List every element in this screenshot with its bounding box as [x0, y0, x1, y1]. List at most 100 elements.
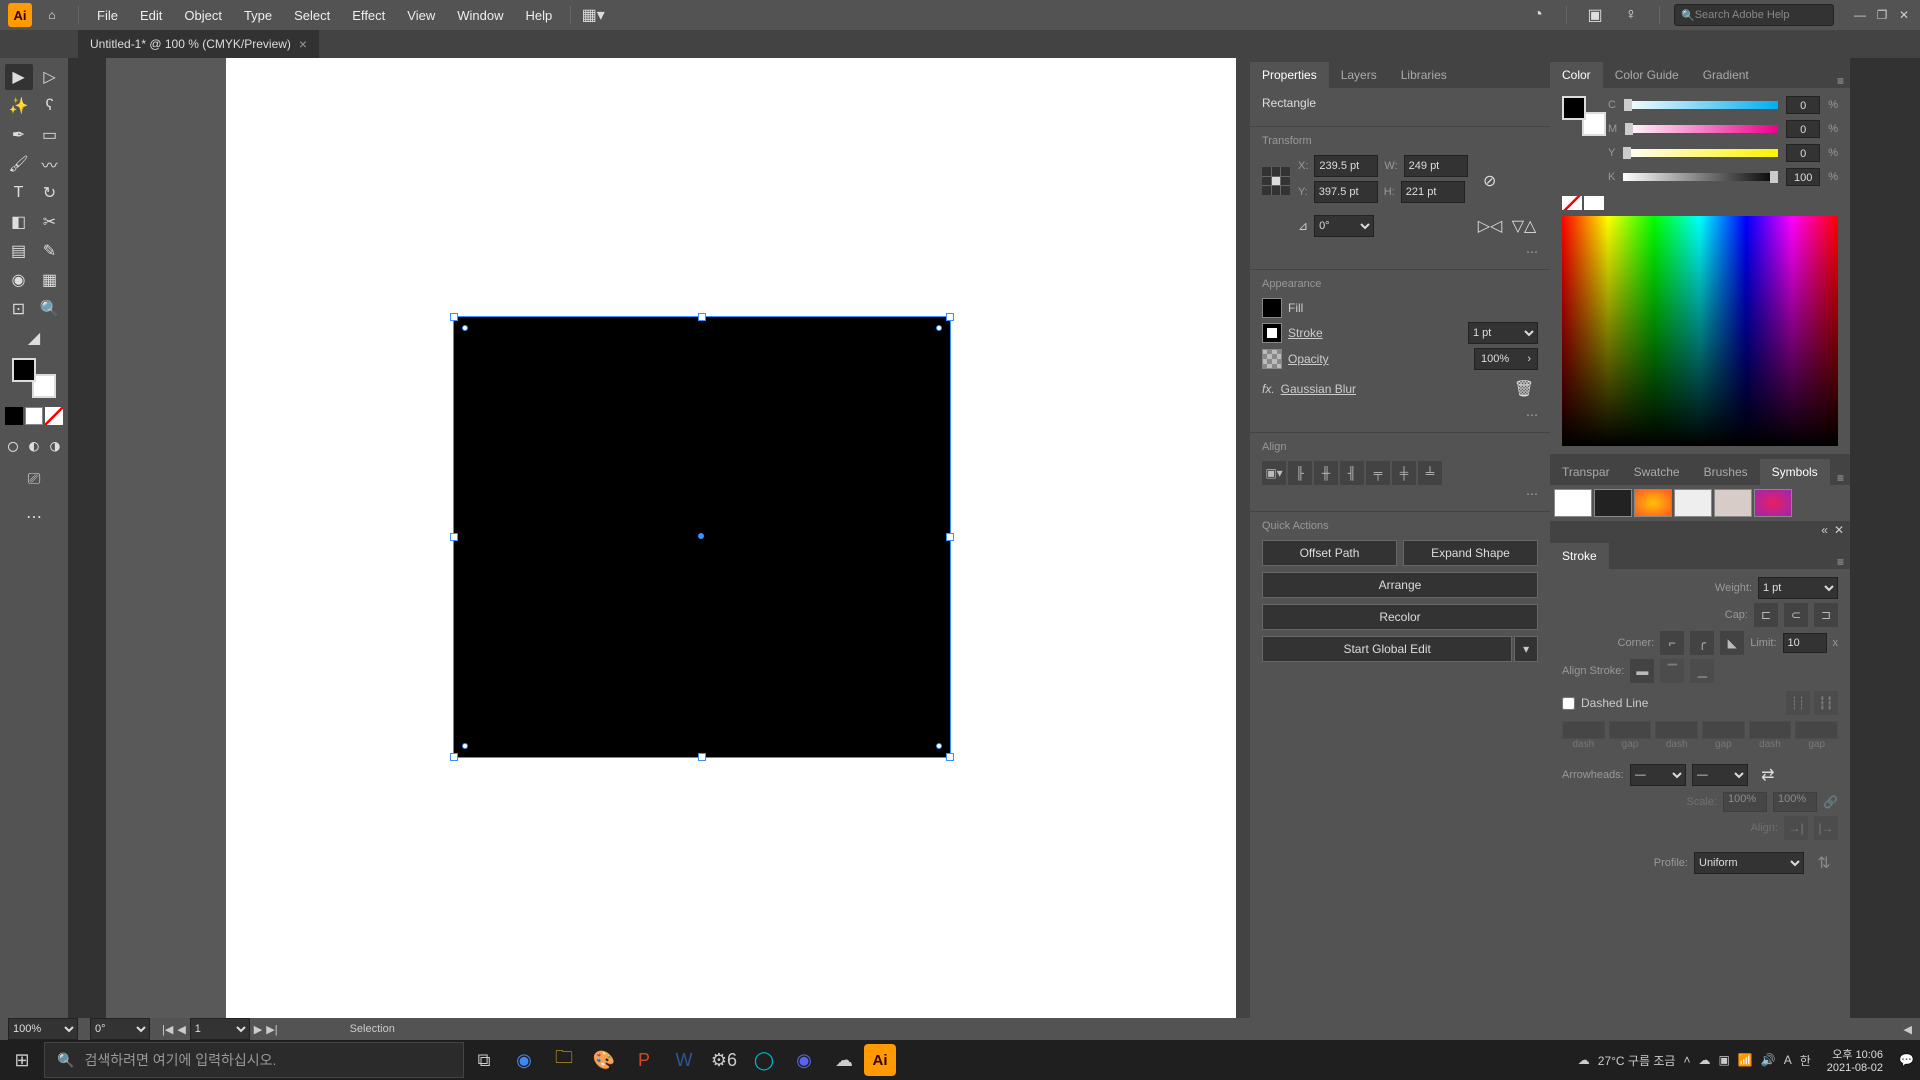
swatch-white[interactable] — [25, 407, 43, 425]
miter-limit-input[interactable] — [1783, 633, 1827, 653]
arrange-docs-icon[interactable]: ▦▾ — [579, 2, 607, 28]
stroke-weight-select[interactable]: 1 pt — [1468, 322, 1538, 344]
black-input[interactable]: 100 — [1786, 168, 1820, 186]
draw-behind-icon[interactable]: ◐ — [25, 432, 43, 458]
flip-h-icon[interactable]: ▷◁ — [1476, 213, 1504, 239]
discord-icon[interactable]: ◉ — [784, 1040, 824, 1080]
fill-color[interactable] — [12, 358, 36, 382]
none-swatch[interactable] — [1562, 196, 1582, 210]
start-button[interactable]: ⊞ — [2, 1040, 42, 1080]
symbol-6[interactable] — [1754, 489, 1792, 517]
tab-gradient[interactable]: Gradient — [1691, 62, 1761, 88]
magenta-input[interactable]: 0 — [1786, 120, 1820, 138]
dashed-line-checkbox[interactable] — [1562, 697, 1575, 710]
rotate-input[interactable]: 0° — [1314, 215, 1374, 237]
lasso-tool[interactable]: ʕ — [36, 93, 64, 119]
paint-app-icon[interactable]: 🎨 — [584, 1040, 624, 1080]
delete-effect-icon[interactable]: 🗑 — [1510, 376, 1538, 402]
weather-text[interactable]: 27°C 구름 조금 — [1598, 1052, 1676, 1069]
tab-brushes[interactable]: Brushes — [1692, 459, 1760, 485]
symbols-close-icon[interactable]: ✕ — [1834, 523, 1844, 537]
menu-type[interactable]: Type — [234, 4, 282, 27]
curvature-tool[interactable]: 〰 — [36, 151, 64, 177]
align-vcenter-icon[interactable]: ╪ — [1392, 461, 1416, 485]
arrange-button[interactable]: Arrange — [1262, 572, 1538, 598]
app7-icon[interactable]: ◯ — [744, 1040, 784, 1080]
fx-icon[interactable]: fx. — [1262, 382, 1275, 396]
gradient-tool[interactable]: ▤ — [5, 238, 33, 264]
next-artboard-icon[interactable]: ▶ — [254, 1023, 262, 1036]
align-to-icon[interactable]: ▣▾ — [1262, 461, 1286, 485]
rotate-view-select[interactable]: 0° — [90, 1018, 150, 1040]
app6-icon[interactable]: ⚙6 — [704, 1040, 744, 1080]
tab-libraries[interactable]: Libraries — [1389, 62, 1459, 88]
profile-flip-icon[interactable]: ⇅ — [1810, 850, 1838, 876]
eyedropper-tool[interactable]: ✎ — [36, 238, 64, 264]
explorer-icon[interactable]: 🗀 — [544, 1040, 584, 1080]
artboard[interactable] — [226, 58, 1250, 1018]
tab-close-icon[interactable]: × — [299, 36, 307, 52]
yellow-input[interactable]: 0 — [1786, 144, 1820, 162]
tab-transparency[interactable]: Transpar — [1550, 459, 1622, 485]
handle-tr[interactable] — [946, 313, 954, 321]
prev-artboard-icon[interactable]: ◀ — [177, 1023, 185, 1036]
handle-mr[interactable] — [946, 533, 954, 541]
scissors-tool[interactable]: ✂ — [36, 209, 64, 235]
menu-select[interactable]: Select — [284, 4, 340, 27]
slice-tool[interactable]: ◢ — [20, 325, 48, 351]
word-icon[interactable]: W — [664, 1040, 704, 1080]
transform-more-icon[interactable]: ⋯ — [1262, 243, 1538, 261]
weather-icon[interactable]: ☁ — [1578, 1053, 1590, 1067]
align-right-icon[interactable]: ╢ — [1340, 461, 1364, 485]
swatch-none[interactable] — [45, 407, 63, 425]
zoom-select[interactable]: 100% — [8, 1018, 78, 1040]
maximize-icon[interactable]: ❐ — [1874, 7, 1890, 23]
tab-properties[interactable]: Properties — [1250, 62, 1329, 88]
document-tab[interactable]: Untitled-1* @ 100 % (CMYK/Preview) × — [78, 30, 319, 58]
scroll-left-icon[interactable]: ◀ — [1904, 1023, 1912, 1036]
creative-cloud-icon[interactable]: ☁ — [824, 1040, 864, 1080]
tab-swatches[interactable]: Swatche — [1622, 459, 1692, 485]
handle-bl[interactable] — [450, 753, 458, 761]
tab-color-guide[interactable]: Color Guide — [1603, 62, 1691, 88]
direct-selection-tool[interactable]: ▷ — [36, 64, 64, 90]
rectangle-tool[interactable]: ▭ — [36, 122, 64, 148]
selection-tool[interactable]: ▶ — [5, 64, 33, 90]
tray-chevron-icon[interactable]: ˄ — [1683, 1053, 1690, 1067]
transform-h-input[interactable] — [1401, 181, 1465, 203]
minimize-icon[interactable]: — — [1852, 7, 1868, 23]
profile-select[interactable]: Uniform — [1694, 852, 1804, 874]
pen-tool[interactable]: ✒ — [5, 122, 33, 148]
align-hcenter-icon[interactable]: ╫ — [1314, 461, 1338, 485]
edit-toolbar-icon[interactable]: ⋯ — [12, 504, 56, 530]
cap-projecting-icon[interactable]: ⊐ — [1814, 603, 1838, 627]
align-top-icon[interactable]: ╤ — [1366, 461, 1390, 485]
opacity-swatch[interactable] — [1262, 349, 1282, 369]
view-mode-icon[interactable]: ▣ — [1581, 2, 1609, 28]
perspective-tool[interactable]: ▦ — [36, 267, 64, 293]
selected-rectangle[interactable] — [453, 316, 951, 758]
tray-ime-a-icon[interactable]: A — [1784, 1053, 1792, 1067]
tab-color[interactable]: Color — [1550, 62, 1603, 88]
handle-center[interactable] — [698, 533, 704, 539]
taskbar-search-input[interactable]: 🔍 검색하려면 여기에 입력하십시오. — [44, 1042, 464, 1078]
align-stroke-outside-icon[interactable]: ▁ — [1690, 659, 1714, 683]
lightbulb-icon[interactable]: ♀ — [1617, 2, 1645, 28]
first-artboard-icon[interactable]: |◀ — [162, 1023, 173, 1036]
tray-meet-icon[interactable]: ▣ — [1718, 1053, 1729, 1067]
color-panel-menu-icon[interactable]: ≡ — [1837, 74, 1850, 88]
illustrator-taskbar-icon[interactable]: Ai — [864, 1044, 896, 1076]
notifications-icon[interactable]: 💬 — [1899, 1053, 1914, 1067]
align-bottom-icon[interactable]: ╧ — [1418, 461, 1442, 485]
help-search-input[interactable]: 🔍 Search Adobe Help — [1674, 4, 1834, 26]
stroke-swatch[interactable] — [1262, 323, 1282, 343]
appearance-more-icon[interactable]: ⋯ — [1262, 406, 1538, 424]
tray-volume-icon[interactable]: 🔊 — [1761, 1053, 1776, 1067]
menu-edit[interactable]: Edit — [130, 4, 172, 27]
global-edit-dropdown[interactable]: ▾ — [1514, 636, 1538, 662]
vertical-scrollbar[interactable] — [1236, 58, 1250, 1040]
cyan-input[interactable]: 0 — [1786, 96, 1820, 114]
shape-builder-tool[interactable]: ◉ — [5, 267, 33, 293]
symbol-1[interactable] — [1554, 489, 1592, 517]
expand-shape-button[interactable]: Expand Shape — [1403, 540, 1538, 566]
